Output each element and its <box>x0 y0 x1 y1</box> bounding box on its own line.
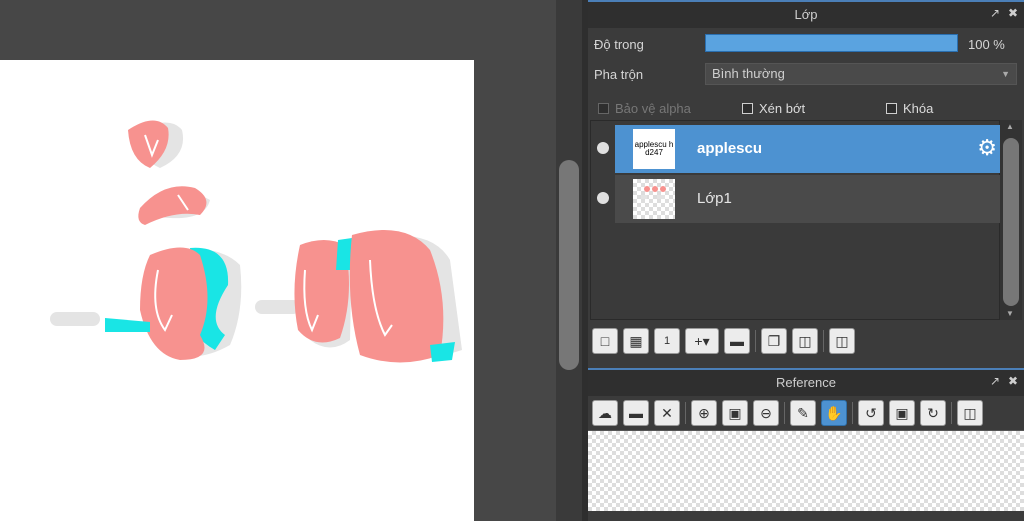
reset-icon: ▣ <box>895 404 909 421</box>
layer-toolbar: □ ▦ 1 +▾ ▬ ❐ ◫ ◫ <box>592 326 855 356</box>
popout-icon[interactable]: ↗ <box>988 6 1002 20</box>
zoom-in-icon: ⊕ <box>698 404 710 421</box>
canvas-scroll-thumb[interactable] <box>559 160 579 370</box>
rotate-right-button[interactable]: ↻ <box>920 400 946 426</box>
reference-toolbar: ☁ ▬ ✕ ⊕ ▣ ⊖ ✎ ✋ ↺ ▣ ↻ ◫ <box>592 398 983 428</box>
reference-panel-header: Reference ↗ ✖ <box>588 368 1024 396</box>
lock-checkbox[interactable]: Khóa <box>886 100 933 116</box>
layer-panel-header: Lớp ↗ ✖ <box>588 0 1024 28</box>
visibility-toggle[interactable] <box>597 142 609 154</box>
fit-view-button[interactable]: ▣ <box>722 400 748 426</box>
layer-thumb-text: applescu hd247 <box>634 140 674 157</box>
reference-panel-title: Reference <box>776 375 836 390</box>
clear-reference-button[interactable]: ✕ <box>654 400 680 426</box>
new-page-icon: □ <box>600 333 610 349</box>
toolbar-separator <box>755 330 756 352</box>
chevron-down-icon: ▼ <box>1001 69 1010 79</box>
new-layer-button[interactable]: □ <box>592 328 618 354</box>
clipping-checkbox[interactable]: Xén bớt <box>742 100 805 116</box>
new-halftone-layer-button[interactable]: ▦ <box>623 328 649 354</box>
visibility-toggle[interactable] <box>597 192 609 204</box>
reference-canvas[interactable] <box>588 430 1024 511</box>
rotate-left-icon: ↺ <box>865 404 877 421</box>
checkbox-box <box>742 102 753 114</box>
rotate-right-icon: ↻ <box>927 404 939 421</box>
layer-name: applescu <box>697 140 763 157</box>
lock-label: Khóa <box>903 100 934 116</box>
new-1bit-layer-button[interactable]: 1 <box>654 328 680 354</box>
duplicate-icon: ❐ <box>767 332 781 349</box>
open-reference-button[interactable]: ▬ <box>623 400 649 426</box>
blend-label: Pha trộn <box>594 67 644 82</box>
one-bit-icon: 1 <box>663 335 671 347</box>
folder-open-icon: ▬ <box>629 405 643 421</box>
layer-thumbnail <box>633 179 675 219</box>
layer-thumbnail: applescu hd247 <box>633 129 675 169</box>
upload-reference-button[interactable]: ☁ <box>592 400 618 426</box>
duplicate-layer-button[interactable]: ❐ <box>761 328 787 354</box>
opacity-slider[interactable] <box>705 34 958 52</box>
layer-row[interactable]: Lớp1 <box>597 175 1001 223</box>
toolbar-separator <box>951 402 952 424</box>
layers-list: applescu hd247 applescu ⚙ Lớp1 <box>590 120 1001 320</box>
hand-icon: ✋ <box>825 404 843 421</box>
halftone-icon: ▦ <box>629 332 643 349</box>
toolbar-separator <box>823 330 824 352</box>
blend-mode-select[interactable]: Bình thường ▼ <box>705 63 1017 85</box>
merge-layer-button[interactable]: ◫ <box>792 328 818 354</box>
canvas-artwork <box>50 120 462 363</box>
right-panel: Lớp ↗ ✖ Độ trong 100 % Pha trộn Bình thư… <box>588 0 1024 521</box>
rotate-left-button[interactable]: ↺ <box>858 400 884 426</box>
zoom-out-button[interactable]: ⊖ <box>753 400 779 426</box>
hand-tool-button[interactable]: ✋ <box>821 400 847 426</box>
flip-icon: ◫ <box>963 404 977 421</box>
eyedropper-button[interactable]: ✎ <box>790 400 816 426</box>
cloud-upload-icon: ☁ <box>598 404 612 421</box>
gear-icon[interactable]: ⚙ <box>977 136 997 160</box>
protect-alpha-checkbox[interactable]: Bảo vệ alpha <box>598 100 691 116</box>
flip-button[interactable]: ◫ <box>957 400 983 426</box>
layers-scrollbar[interactable]: ▲ ▼ <box>1000 120 1022 320</box>
blend-mode-value: Bình thường <box>712 66 785 81</box>
trash-icon: ◫ <box>835 332 849 349</box>
new-folder-button[interactable]: ▬ <box>724 328 750 354</box>
protect-alpha-label: Bảo vệ alpha <box>615 100 691 116</box>
close-icon[interactable]: ✖ <box>1006 6 1020 20</box>
layer-name: Lớp1 <box>697 190 732 207</box>
zoom-in-button[interactable]: ⊕ <box>691 400 717 426</box>
toolbar-separator <box>685 402 686 424</box>
fit-icon: ▣ <box>728 404 742 421</box>
layer-thumb-art <box>641 186 666 199</box>
folder-icon: ▬ <box>730 333 744 349</box>
drawing-canvas[interactable] <box>0 60 474 521</box>
checkbox-box <box>598 102 609 114</box>
close-icon[interactable]: ✖ <box>1006 374 1020 388</box>
eyedropper-icon: ✎ <box>797 404 809 421</box>
clipping-label: Xén bớt <box>759 100 806 116</box>
add-page-icon: +▾ <box>694 332 710 349</box>
add-layer-dropdown-button[interactable]: +▾ <box>685 328 719 354</box>
opacity-label: Độ trong <box>594 37 644 52</box>
merge-icon: ◫ <box>798 332 812 349</box>
toolbar-separator <box>852 402 853 424</box>
reset-view-button[interactable]: ▣ <box>889 400 915 426</box>
toolbar-separator <box>784 402 785 424</box>
close-icon: ✕ <box>661 404 673 421</box>
layers-scroll-thumb[interactable] <box>1003 138 1019 306</box>
popout-icon[interactable]: ↗ <box>988 374 1002 388</box>
scroll-up-icon[interactable]: ▲ <box>1006 122 1014 131</box>
layer-row[interactable]: applescu hd247 applescu ⚙ <box>597 125 1001 173</box>
checkbox-box <box>886 102 897 114</box>
scroll-down-icon[interactable]: ▼ <box>1006 309 1014 318</box>
zoom-out-icon: ⊖ <box>760 404 772 421</box>
delete-layer-button[interactable]: ◫ <box>829 328 855 354</box>
opacity-value: 100 % <box>968 37 1005 52</box>
layer-panel-title: Lớp <box>794 7 818 22</box>
